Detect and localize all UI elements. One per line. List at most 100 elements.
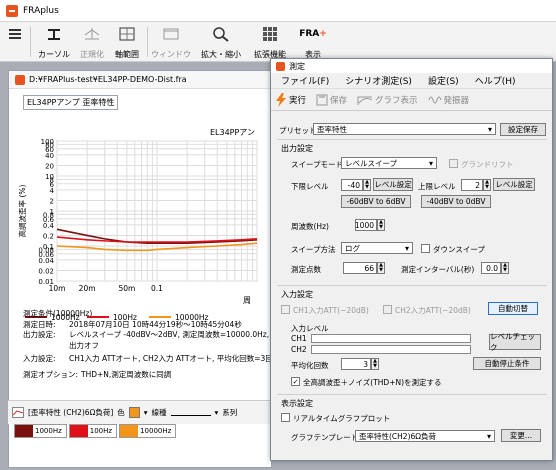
axis-range-icon [119, 27, 135, 41]
app-title: FRAplus [23, 5, 59, 16]
save-button[interactable]: 保存 [316, 94, 347, 106]
y-tick-label: 0.02 [38, 267, 54, 275]
app-title-bar: FRAplus [0, 0, 556, 22]
lightning-icon [276, 92, 286, 107]
high-level-set-button[interactable]: レベル設定 [493, 178, 535, 191]
x-axis-label: 周 [243, 296, 251, 305]
ch2-level-meter [311, 345, 471, 354]
normalize-label: 正規化 [80, 50, 104, 59]
ch1-att-checkbox[interactable] [281, 305, 290, 314]
down-sweep-checkbox[interactable] [421, 244, 430, 253]
ch1-label: CH1 [291, 334, 307, 343]
legend-swatch [15, 425, 33, 437]
low-level-spinner[interactable]: ▲ ▼ [363, 179, 371, 191]
menu-scenario[interactable]: シナリオ測定(S) [345, 74, 412, 87]
auto-stop-button[interactable]: 自動停止条件 [473, 357, 541, 370]
window-label: ウィンドウ [151, 50, 191, 59]
interval-input[interactable]: 0.0 [481, 262, 501, 274]
thd-label: 全高調波歪＋ノイズ(THD+N)を測定する [303, 378, 442, 387]
normalize-button[interactable]: 正規化 [76, 25, 108, 60]
menu-file[interactable]: ファイル(F) [281, 74, 329, 87]
grand-drift-checkbox[interactable] [449, 159, 458, 168]
range-low-button[interactable]: -60dBV to 6dBV [341, 195, 411, 208]
ch1-att-label: CH1入力ATT(−20dB) [293, 306, 369, 315]
sweep-method-label: スイープ方法 [291, 245, 336, 254]
realtime-checkbox[interactable] [281, 413, 290, 422]
series-name[interactable]: [歪率特性 (CH2)6Ω負荷] [28, 407, 113, 418]
sweep-method-select[interactable]: ログ [341, 242, 413, 254]
cursor-label: カーソル [38, 50, 70, 59]
zoom-button[interactable]: 拡大・縮小 [196, 25, 246, 60]
preset-save-button[interactable]: 設定保存 [500, 123, 546, 136]
x-tick-label: 0.1 [151, 284, 163, 293]
menu-settings[interactable]: 設定(S) [428, 74, 459, 87]
legend-tab[interactable]: 10000Hz [119, 424, 177, 438]
legend-swatch [120, 425, 139, 437]
graph-display-button[interactable]: グラフ表示 [357, 94, 418, 106]
fra-logo-icon: FRA+ [299, 29, 327, 39]
dialog-title: 測定 [289, 61, 305, 71]
input-label: 入力設定: [23, 354, 56, 363]
axis-range-button[interactable]: 軸範囲 [110, 25, 144, 60]
high-level-spinner[interactable]: ▲ ▼ [483, 179, 491, 191]
interval-spinner[interactable]: ▲ ▼ [501, 262, 509, 274]
window-button[interactable]: ウィンドウ [150, 25, 192, 60]
grid-icon [263, 27, 277, 41]
document-path: D:¥FRAPlus-test¥EL34PP-DEMO-Dist.fra [29, 75, 187, 84]
average-input[interactable]: 3 [341, 358, 371, 370]
line-style-select[interactable] [170, 410, 211, 416]
date-value: 2018年07月10日 10時44分19秒〜10時45分04秒 [69, 319, 242, 329]
y-tick-label: 40 [45, 152, 54, 160]
low-level-input[interactable]: -40 [341, 179, 363, 191]
color-label: 色 [117, 408, 125, 417]
legend-tab[interactable]: 100Hz [68, 424, 118, 438]
ch1-level-meter [311, 334, 471, 343]
legend-tab-label: 100Hz [89, 427, 113, 435]
series-toolbar: [歪率特性 (CH2)6Ω負荷] 色 ▾ 線種 ▾ 系列 [8, 400, 272, 424]
frequency-spinner[interactable]: ▲ ▼ [377, 219, 385, 231]
cursor-button[interactable]: カーソル [34, 25, 74, 60]
run-button[interactable]: 実行 [275, 92, 306, 107]
oscillator-button[interactable]: 発振器 [428, 94, 469, 106]
points-input[interactable]: 66 [343, 262, 377, 274]
line-label: 線種 [151, 408, 167, 417]
points-spinner[interactable]: ▲ ▼ [377, 262, 385, 274]
x-tick-label: 20m [79, 284, 96, 293]
ch2-att-checkbox[interactable] [383, 305, 392, 314]
legend-tab-label: 10000Hz [140, 427, 172, 435]
average-spinner[interactable]: ▲ ▼ [371, 358, 379, 370]
magnifier-icon [213, 27, 229, 42]
high-level-input[interactable]: 2 [461, 179, 483, 191]
thd-checkbox[interactable]: ✓ [291, 377, 300, 386]
menu-toggle-button[interactable] [6, 25, 24, 60]
app-logo-icon [6, 4, 18, 17]
range-high-button[interactable]: -40dBV to 0dBV [421, 195, 491, 208]
average-label: 平均化回数 [291, 361, 329, 370]
template-change-button[interactable]: 変更... [501, 429, 541, 442]
output-label: 出力設定: [23, 330, 56, 339]
sweep-mode-select[interactable]: レベルスイープ [341, 157, 437, 169]
preset-select[interactable]: 歪率特性 [313, 123, 496, 135]
extension-button[interactable]: 拡張機能 [250, 25, 290, 60]
dropdown-icon[interactable]: ▾ [215, 408, 219, 417]
legend-tab[interactable]: 1000Hz [14, 424, 67, 438]
x-tick-label: 50m [118, 284, 135, 293]
input-value: CH1入力 ATTオート, CH2入力 ATTオート, 平均化回数=3回 [69, 354, 273, 363]
template-select[interactable]: 歪率特性(CH2)6Ω負荷 [355, 430, 495, 442]
dropdown-icon[interactable]: ▾ [144, 408, 148, 417]
conditions-header: 測定条件(10000Hz) [23, 309, 93, 318]
display-button[interactable]: FRA+ 表示 [298, 25, 328, 60]
y-tick-label: 20 [45, 162, 54, 170]
grand-drift-label: グランドリフト [461, 160, 514, 169]
low-level-set-button[interactable]: レベル設定 [373, 178, 413, 191]
frequency-input[interactable]: 1000 [355, 219, 377, 231]
menu-help[interactable]: ヘルプ(H) [475, 74, 516, 87]
main-toolbar: カーソル 正規化 軸範囲 ウィンドウ 拡大・縮小 拡張機能 FRA+ 表示 [0, 22, 556, 62]
level-check-button[interactable]: レベルチェック [489, 332, 541, 352]
measurement-dialog: 測定 ファイル(F) シナリオ測定(S) 設定(S) ヘルプ(H) 実行 保存 … [270, 58, 553, 461]
color-swatch[interactable] [128, 407, 140, 418]
auto-switch-button[interactable]: 自動切替 [488, 302, 538, 315]
option-label: 測定オプション: [23, 369, 79, 379]
y-tick-label: 0.04 [38, 257, 54, 265]
output-value: レベルスイープ -40dBV〜2dBV, 測定周波数=10000.0Hz, 66… [69, 330, 273, 339]
